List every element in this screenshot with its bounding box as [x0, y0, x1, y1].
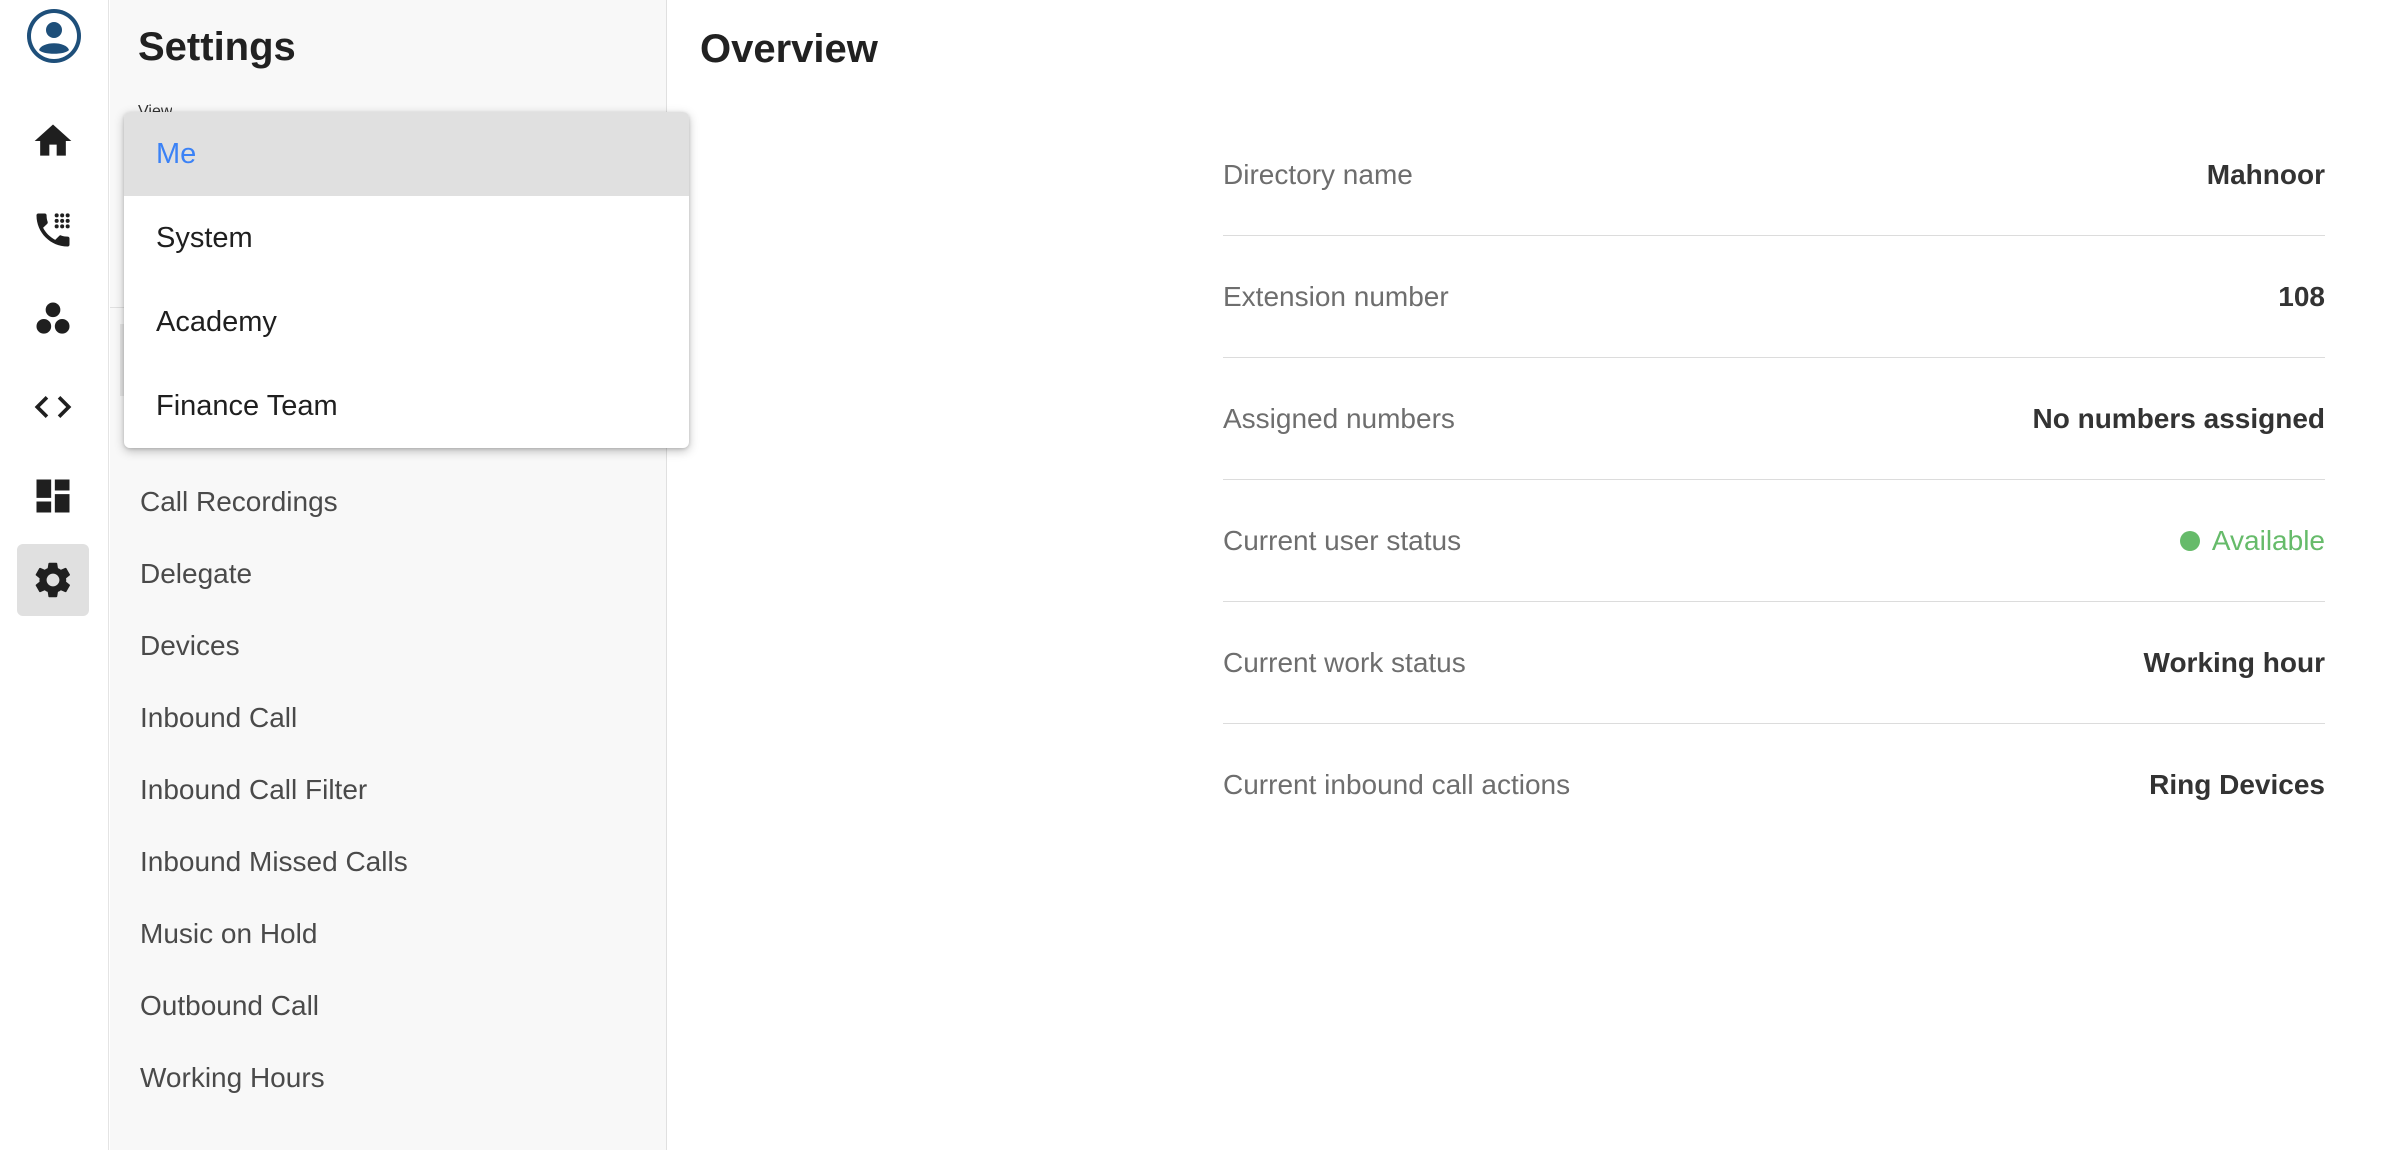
icon-rail — [0, 0, 109, 1150]
sidebar-item-inbound-missed-calls[interactable]: Inbound Missed Calls — [110, 826, 667, 898]
phone-icon[interactable] — [17, 194, 89, 266]
page-title: Overview — [700, 27, 878, 71]
overview-row-work-status: Current work status Working hour — [1223, 602, 2325, 724]
overview-row-user-status: Current user status Available — [1223, 480, 2325, 602]
home-icon[interactable] — [17, 105, 89, 177]
dropdown-option-me[interactable]: Me — [124, 112, 689, 196]
view-label: View — [138, 103, 173, 112]
status-badge: Available — [2179, 524, 2325, 557]
sidebar-item-inbound-call[interactable]: Inbound Call — [110, 682, 667, 754]
settings-nav-list: Call Recordings Delegate Devices Inbound… — [110, 466, 667, 1114]
status-dot-icon — [2179, 530, 2200, 551]
team-icon[interactable] — [17, 283, 89, 355]
view-dropdown-menu: Me System Academy Finance Team — [124, 112, 689, 448]
sidebar-item-working-hours[interactable]: Working Hours — [110, 1042, 667, 1114]
overview-label: Current work status — [1223, 646, 1466, 678]
dashboard-icon[interactable] — [17, 460, 89, 532]
overview-label: Extension number — [1223, 280, 1449, 312]
overview-row-extension-number: Extension number 108 — [1223, 236, 2325, 358]
status-text: Available — [2211, 524, 2325, 556]
dropdown-option-system[interactable]: System — [124, 196, 689, 280]
overview-label: Assigned numbers — [1223, 402, 1455, 434]
sidebar-item-call-recordings[interactable]: Call Recordings — [110, 466, 667, 538]
sidebar-item-music-on-hold[interactable]: Music on Hold — [110, 898, 667, 970]
overview-value: Ring Devices — [2149, 769, 2325, 800]
app-window: Settings View Call Recordings Delegate D… — [0, 0, 2392, 1150]
gear-icon[interactable] — [17, 544, 89, 616]
avatar-icon[interactable] — [26, 8, 82, 64]
overview-value: Working hour — [2143, 646, 2325, 678]
dropdown-option-academy[interactable]: Academy — [124, 280, 689, 364]
overview-list: Directory name Mahnoor Extension number … — [1223, 114, 2325, 846]
overview-row-inbound-call-actions: Current inbound call actions Ring Device… — [1223, 724, 2325, 846]
overview-row-assigned-numbers: Assigned numbers No numbers assigned — [1223, 358, 2325, 480]
overview-value: No numbers assigned — [2032, 402, 2325, 434]
main-content: Overview Directory name Mahnoor Extensio… — [668, 0, 2392, 1150]
overview-value: Mahnoor — [2206, 158, 2325, 190]
sidebar-item-devices[interactable]: Devices — [110, 610, 667, 682]
dropdown-option-finance-team[interactable]: Finance Team — [124, 364, 689, 448]
sidebar-item-outbound-call[interactable]: Outbound Call — [110, 970, 667, 1042]
code-icon[interactable] — [17, 371, 89, 443]
overview-label: Current inbound call actions — [1223, 769, 1571, 800]
sidebar-item-inbound-call-filter[interactable]: Inbound Call Filter — [110, 754, 667, 826]
sidebar-item-delegate[interactable]: Delegate — [110, 538, 667, 610]
overview-row-directory-name: Directory name Mahnoor — [1223, 114, 2325, 236]
sidebar-title: Settings — [138, 25, 296, 69]
overview-label: Current user status — [1223, 524, 1462, 556]
overview-value: 108 — [2278, 280, 2325, 312]
overview-label: Directory name — [1223, 158, 1413, 190]
